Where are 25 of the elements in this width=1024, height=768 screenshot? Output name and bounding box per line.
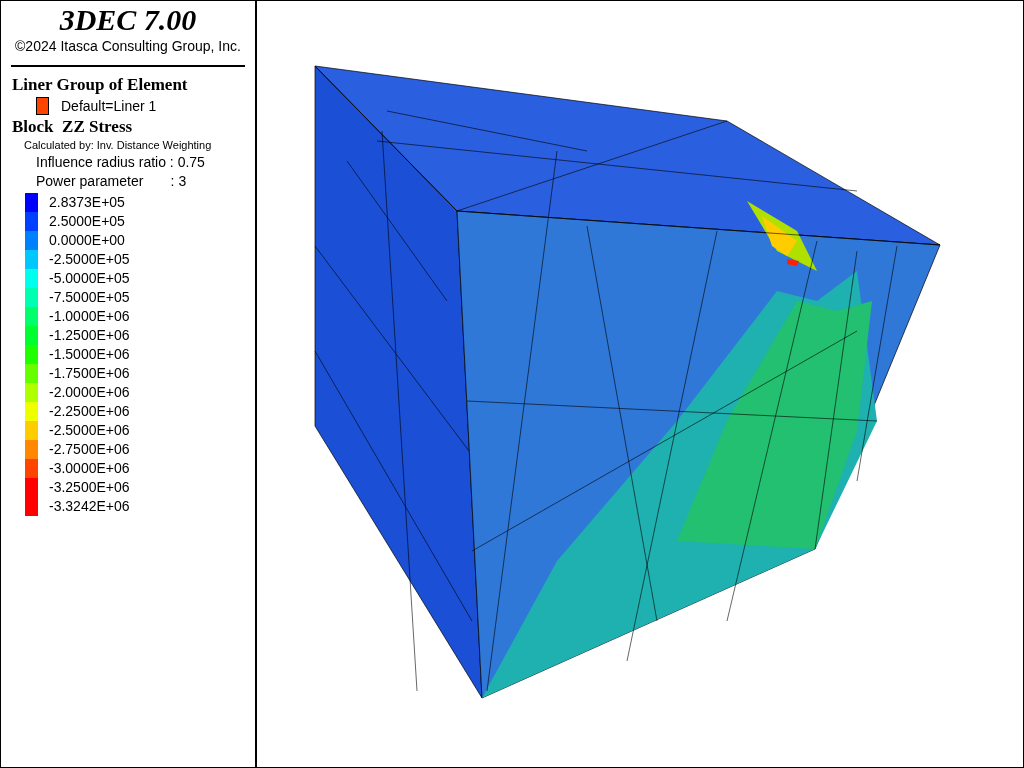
legend-value: -2.0000E+06	[49, 383, 130, 402]
legend-value: -1.5000E+06	[49, 345, 130, 364]
legend-heading: Block ZZ Stress	[11, 117, 134, 137]
legend-value: 0.0000E+00	[49, 231, 125, 250]
parameter-text: Power parameter : 3	[35, 172, 188, 191]
parameter-text: Influence radius ratio : 0.75	[35, 153, 206, 172]
legend-label: Default=Liner 1	[61, 98, 157, 114]
legend-value: -3.0000E+06	[49, 459, 130, 478]
legend-value: -1.7500E+06	[49, 364, 130, 383]
legend-value: -1.0000E+06	[49, 307, 130, 326]
legend-value: -2.2500E+06	[49, 402, 130, 421]
legend-value: -2.7500E+06	[49, 440, 130, 459]
legend-value: -7.5000E+05	[49, 288, 130, 307]
method-text: Calculated by: Inv. Distance Weighting	[23, 138, 213, 153]
program-title: 3DEC 7.00	[58, 3, 198, 37]
legend-value: 2.8373E+05	[49, 193, 125, 212]
legend-value: -3.2500E+06	[49, 478, 130, 497]
legend-value: -5.0000E+05	[49, 269, 130, 288]
legend-value: -2.5000E+05	[49, 250, 130, 269]
copyright-text: ©2024 Itasca Consulting Group, Inc.	[14, 37, 242, 55]
legend-value: 2.5000E+05	[49, 212, 125, 231]
legend-value: -2.5000E+06	[49, 421, 130, 440]
legend-value: -3.3242E+06	[49, 497, 130, 516]
legend-value: -1.2500E+06	[49, 326, 130, 345]
legend-heading: Liner Group of Element	[11, 75, 189, 95]
